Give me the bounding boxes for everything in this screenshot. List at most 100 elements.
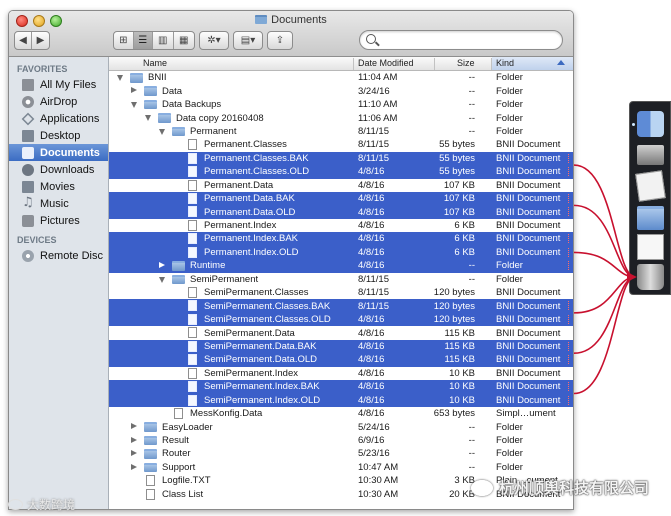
document-icon — [188, 354, 197, 366]
file-date: 4/8/16 — [358, 327, 385, 339]
file-kind: BNII Document — [496, 193, 561, 205]
file-row[interactable]: SemiPermanent.Index.BAK 4/8/16 10 KB BNII D… — [109, 380, 573, 394]
column-view-button[interactable]: ▥ — [153, 32, 174, 49]
file-row[interactable]: Permanent.Index.BAK 4/8/16 6 KB BNII Docume… — [109, 232, 573, 246]
folder-row[interactable]: BNII 11:04 AM -- Folder — [109, 71, 573, 84]
sidebar-item-applications[interactable]: Applications — [9, 110, 108, 127]
action-menu-button[interactable]: ✲▾ — [199, 31, 229, 50]
folder-row[interactable]: EasyLoader 5/24/16 -- Folder — [109, 420, 573, 433]
column-header-date[interactable]: Date Modified — [358, 58, 414, 68]
file-name: SemiPermanent.Index.BAK — [204, 381, 320, 393]
folder-row[interactable]: Data 3/24/16 -- Folder — [109, 84, 573, 97]
file-row[interactable]: Permanent.Classes.OLD 4/8/16 55 bytes BNII … — [109, 165, 573, 179]
file-row[interactable]: SemiPermanent.Classes.BAK 8/11/15 120 byte… — [109, 299, 573, 313]
file-date: 4/8/16 — [358, 246, 385, 258]
list-view-button[interactable]: ☰ — [133, 32, 154, 49]
column-header-name[interactable]: Name — [143, 58, 167, 68]
file-name: SemiPermanent — [190, 273, 259, 285]
list-view-icon: ☰ — [138, 35, 148, 46]
disclosure-triangle-icon[interactable] — [131, 463, 137, 470]
disclosure-triangle-icon[interactable] — [159, 262, 165, 269]
sidebar-item-music[interactable]: Music — [9, 195, 108, 212]
sidebar-item-downloads[interactable]: Downloads — [9, 161, 108, 178]
folder-row[interactable]: Router 5/23/16 -- Folder — [109, 447, 573, 460]
column-header: Name Date Modified Size Kind — [109, 57, 573, 71]
arrange-menu-button[interactable]: ▤▾ — [233, 31, 263, 50]
share-button[interactable]: ⇪ — [267, 31, 293, 50]
file-list: Name Date Modified Size Kind BNII 11:04 A… — [109, 57, 573, 509]
column-divider[interactable] — [434, 58, 435, 70]
folder-row[interactable]: Data Backups 11:10 AM -- Folder — [109, 98, 573, 111]
sidebar-item-pictures[interactable]: Pictures — [9, 212, 108, 229]
document-icon — [188, 394, 197, 406]
file-row[interactable]: Permanent.Classes 8/11/15 55 bytes BNII Doc… — [109, 138, 573, 151]
movies-icon — [22, 180, 34, 193]
back-button[interactable]: ◀ — [15, 32, 33, 49]
file-kind: BNII Document — [496, 327, 561, 339]
disclosure-triangle-icon[interactable] — [159, 276, 165, 283]
sidebar-item-desktop[interactable]: Desktop — [9, 127, 108, 144]
file-row[interactable]: SemiPermanent.Index.OLD 4/8/16 10 KB BNII D… — [109, 393, 573, 407]
folder-row[interactable]: Support 10:47 AM -- Folder — [109, 461, 573, 474]
column-divider[interactable] — [491, 58, 492, 70]
file-row[interactable]: SemiPermanent.Data 4/8/16 115 KB BNII Docum… — [109, 326, 573, 339]
file-name: Permanent.Data — [204, 179, 274, 191]
file-kind: BNII Document — [496, 179, 561, 191]
file-row[interactable]: Permanent.Index.OLD 4/8/16 6 KB BNII Docume… — [109, 245, 573, 260]
file-row[interactable]: SemiPermanent.Data.OLD 4/8/16 115 KB BNII D… — [109, 353, 573, 367]
column-divider[interactable] — [353, 58, 354, 70]
document-icon — [188, 233, 197, 245]
sidebar-item-all-my-files[interactable]: All My Files — [9, 76, 108, 93]
file-row[interactable]: SemiPermanent.Classes 8/11/15 120 bytes BNI… — [109, 286, 573, 299]
folder-row[interactable]: SemiPermanent 8/11/15 -- Folder — [109, 273, 573, 286]
document-icon — [146, 488, 155, 500]
file-size: -- — [468, 461, 475, 473]
back-arrow-icon: ◀ — [19, 35, 27, 46]
disclosure-triangle-icon[interactable] — [117, 75, 123, 81]
keyboard-icon[interactable] — [637, 145, 664, 165]
folder-row[interactable]: Runtime 4/8/16 -- Folder — [109, 259, 573, 273]
file-kind: BNII Document — [496, 394, 561, 406]
disclosure-triangle-icon[interactable] — [145, 115, 151, 122]
column-header-size[interactable]: Size — [457, 58, 475, 68]
column-header-kind[interactable]: Kind — [496, 58, 514, 68]
file-kind: Folder — [496, 421, 523, 433]
disclosure-triangle-icon[interactable] — [131, 101, 137, 108]
folder-row[interactable]: Data copy 20160408 11:06 AM -- Folder — [109, 111, 573, 124]
file-row[interactable]: SemiPermanent.Index 4/8/16 10 KB BNII Docum… — [109, 367, 573, 380]
file-row[interactable]: Permanent.Data.BAK 4/8/16 107 KB BNII Docum… — [109, 191, 573, 206]
file-row[interactable]: Permanent.Classes.BAK 8/11/15 55 bytes BNII… — [109, 151, 573, 166]
document-icon[interactable] — [635, 170, 666, 202]
folder-row[interactable]: Result 6/9/16 -- Folder — [109, 434, 573, 447]
folder-row[interactable]: Permanent 8/11/15 -- Folder — [109, 125, 573, 138]
file-row[interactable]: SemiPermanent.Data.BAK 4/8/16 115 KB BNII D… — [109, 339, 573, 354]
sidebar-item-documents[interactable]: Documents — [9, 144, 108, 161]
file-size: -- — [468, 85, 475, 97]
finder-icon[interactable] — [637, 111, 664, 137]
disclosure-triangle-icon[interactable] — [131, 450, 137, 457]
document-icon — [188, 166, 197, 178]
icon-view-button[interactable]: ⊞ — [114, 32, 134, 49]
text-document-icon[interactable] — [637, 234, 664, 260]
forward-button[interactable]: ▶ — [32, 32, 49, 49]
file-row[interactable]: Permanent.Index 4/8/16 6 KB BNII Document — [109, 219, 573, 232]
coverflow-view-button[interactable]: ▦ — [174, 32, 194, 49]
disclosure-triangle-icon[interactable] — [159, 128, 165, 135]
sidebar-item-airdrop[interactable]: AirDrop — [9, 93, 108, 110]
sidebar-item-remote-disc[interactable]: Remote Disc — [9, 247, 108, 264]
disclosure-triangle-icon[interactable] — [131, 436, 137, 443]
document-icon — [188, 192, 197, 204]
file-row[interactable]: SemiPermanent.Classes.OLD 4/8/16 120 bytes… — [109, 312, 573, 327]
search-input[interactable] — [378, 33, 558, 47]
folder-icon — [144, 86, 157, 96]
disclosure-triangle-icon[interactable] — [131, 87, 137, 94]
disclosure-triangle-icon[interactable] — [131, 423, 137, 430]
file-row[interactable]: MessKonfig.Data 4/8/16 653 bytes Simpl…umen… — [109, 407, 573, 420]
file-date: 4/8/16 — [358, 340, 385, 352]
applications-folder-icon[interactable] — [637, 206, 664, 230]
trash-icon[interactable] — [637, 264, 664, 290]
file-row[interactable]: Permanent.Data.OLD 4/8/16 107 KB BNII Docum… — [109, 205, 573, 219]
sidebar-item-movies[interactable]: Movies — [9, 178, 108, 195]
selection-marker — [568, 167, 571, 177]
file-row[interactable]: Permanent.Data 4/8/16 107 KB BNII Document — [109, 179, 573, 192]
